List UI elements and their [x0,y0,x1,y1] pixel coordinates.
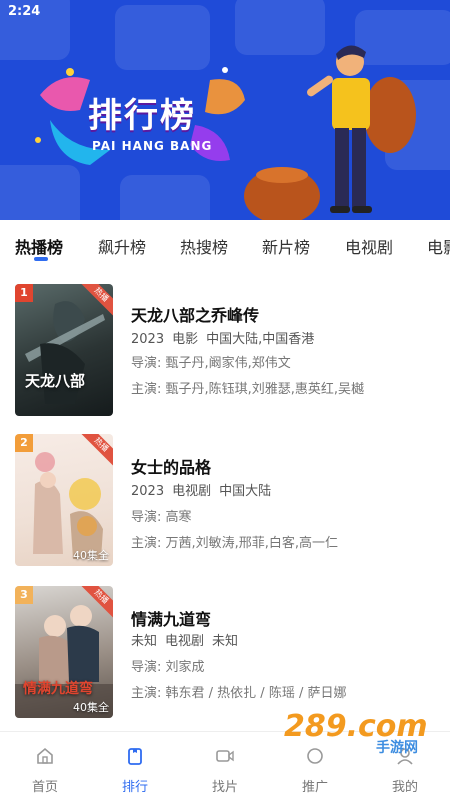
director-value: 刘家成 [165,660,205,675]
tab-hot-search[interactable]: 热搜榜 [180,234,228,258]
episode-count: 40集全 [73,701,109,714]
item-cast: 主演: 万茜,刘敏涛,邢菲,白客,高一仁 [131,532,338,551]
ranking-icon [128,748,142,765]
poster-title-art: 情满九道弯 [23,681,93,697]
item-meta: 2023 电视剧 中国大陆 [131,480,279,499]
banner-title: 排行榜 [88,96,196,136]
item-year: 2023 [131,484,165,499]
nav-label: 排行 [121,780,148,795]
tab-hot-play[interactable]: 热播榜 [15,234,63,258]
nav-ranking[interactable]: 排行 [90,732,180,799]
poster-art [25,301,105,404]
item-meta: 2023 电影 中国大陆,中国香港 [131,328,322,347]
nav-label: 找片 [211,780,238,795]
rank-badge: 1 [15,284,33,302]
item-cast: 主演: 甄子丹,陈钰琪,刘雅瑟,惠英红,吴樾 [131,378,364,397]
video-icon [216,750,234,762]
cast-label: 主演: [131,686,162,701]
poster-image[interactable]: 情满九道弯 40集全 3 热播 [15,586,113,718]
nav-home[interactable]: 首页 [0,732,90,799]
nav-label: 我的 [391,780,418,795]
director-label: 导演: [131,356,162,371]
banner-illustration [35,45,416,220]
item-title[interactable]: 女士的品格 [131,454,211,478]
item-year: 2023 [131,332,165,347]
tab-rising[interactable]: 飙升榜 [98,234,146,258]
item-cast: 主演: 韩东君 / 热依扎 / 陈瑶 / 萨日娜 [131,682,346,701]
cast-value: 甄子丹,陈钰琪,刘雅瑟,惠英红,吴樾 [165,382,365,397]
cast-value: 韩东君 / 热依扎 / 陈瑶 / 萨日娜 [165,686,347,701]
status-time: 2:24 [8,4,41,19]
cast-value: 万茜,刘敏涛,邢菲,白客,高一仁 [165,536,339,551]
item-meta: 未知 电视剧 未知 [131,630,246,649]
item-type: 电视剧 [165,634,205,649]
nav-label: 首页 [31,780,58,795]
tab-tv-series[interactable]: 电视剧 [345,234,393,258]
item-region: 中国大陆,中国香港 [206,332,315,347]
item-region: 中国大陆 [219,484,272,499]
tab-movie[interactable]: 电影 [427,234,450,258]
episode-count: 40集全 [73,549,109,562]
watermark-subtext: 手游网 [376,740,418,756]
nav-label: 推广 [301,780,328,795]
ranking-tabs: 热播榜 飙升榜 热搜榜 新片榜 电视剧 电影 [0,222,450,266]
item-title[interactable]: 情满九道弯 [131,606,211,630]
director-label: 导演: [131,510,162,525]
rank-badge: 3 [15,586,33,604]
poster-image[interactable]: 天龙八部 1 热播 [15,284,113,416]
site-watermark: 289.com 手游网 [284,709,434,756]
ranking-banner: 2:24 排行榜 PAI HANG BANG [0,0,450,220]
tab-new-release[interactable]: 新片榜 [262,234,310,258]
director-value: 高寒 [165,510,192,525]
item-year: 未知 [131,634,158,649]
item-type: 电视剧 [172,484,212,499]
banner-subtitle: PAI HANG BANG [92,139,213,153]
home-icon [37,747,53,764]
director-value: 甄子丹,阚家伟,郑伟文 [165,356,291,371]
item-type: 电影 [172,332,199,347]
item-region: 未知 [212,634,239,649]
item-director: 导演: 甄子丹,阚家伟,郑伟文 [131,352,291,371]
item-director: 导演: 刘家成 [131,656,205,675]
director-label: 导演: [131,660,162,675]
cast-label: 主演: [131,382,162,397]
nav-find-video[interactable]: 找片 [180,732,270,799]
item-title[interactable]: 天龙八部之乔峰传 [131,302,259,326]
item-director: 导演: 高寒 [131,506,192,525]
poster-title-art: 天龙八部 [25,372,86,390]
cast-label: 主演: [131,536,162,551]
ranking-list-item[interactable]: 40集全 2 热播 女士的品格 2023 电视剧 中国大陆 导演: 高寒 主演: 万… [0,434,450,570]
poster-image[interactable]: 40集全 2 热播 [15,434,113,566]
rank-badge: 2 [15,434,33,452]
active-tab-indicator [34,257,48,261]
ranking-list-item[interactable]: 天龙八部 1 热播 天龙八部之乔峰传 2023 电影 中国大陆,中国香港 导演: 甄… [0,284,450,420]
ranking-list-item[interactable]: 情满九道弯 40集全 3 热播 情满九道弯 未知 电视剧 未知 导演: 刘家成 主演… [0,586,450,722]
